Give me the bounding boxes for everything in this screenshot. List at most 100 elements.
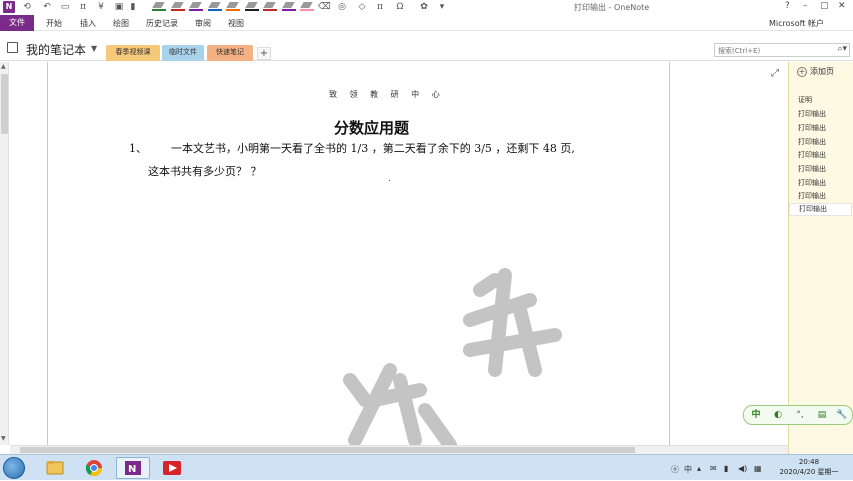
- pen-icon[interactable]: [263, 2, 277, 12]
- tab-review[interactable]: 审阅: [195, 18, 211, 29]
- section-tab-2[interactable]: 临时文件: [162, 45, 204, 61]
- pen-icon[interactable]: [170, 2, 185, 12]
- ink-to-text-icon[interactable]: ¥: [95, 1, 107, 13]
- chevron-down-icon[interactable]: ▼: [91, 44, 97, 53]
- video-app-taskbar-button[interactable]: [155, 457, 189, 479]
- cursor-dot: [389, 180, 390, 181]
- window-title: 打印输出 - OneNote: [574, 3, 650, 12]
- volume-icon[interactable]: ◀): [738, 464, 747, 473]
- svg-text:N: N: [128, 464, 136, 475]
- pen-icon[interactable]: [207, 2, 222, 12]
- page-item[interactable]: 打印输出: [798, 164, 826, 174]
- page-title: 分数应用题: [334, 119, 410, 137]
- page-item[interactable]: 证明: [798, 95, 812, 105]
- minimize-icon[interactable]: –: [803, 1, 808, 11]
- section-tab-1[interactable]: 春季视频课: [106, 45, 160, 61]
- pen-icon[interactable]: [152, 2, 166, 12]
- scroll-down-icon[interactable]: ▼: [1, 435, 6, 442]
- pen-icon[interactable]: [300, 2, 314, 12]
- onenote-icon: N: [125, 461, 141, 475]
- folder-icon: [46, 461, 64, 475]
- back-icon[interactable]: ⟲: [21, 1, 33, 13]
- ime-toolbar: 中 ◐ °, ▤ 🔧: [743, 405, 853, 425]
- pen-icon[interactable]: [226, 2, 240, 12]
- question-text-line1: 一本文艺书，小明第一天看了全书的 1/3 ，第二天看了余下的 3/5 ，还剩下 …: [171, 142, 575, 155]
- vertical-scrollbar[interactable]: ▲ ▼: [0, 62, 9, 445]
- page-margin-left: [47, 62, 48, 445]
- tab-insert[interactable]: 插入: [80, 18, 96, 29]
- page-item[interactable]: 打印输出: [798, 109, 826, 119]
- notification-icon[interactable]: ✉: [710, 464, 717, 473]
- page-item[interactable]: 打印输出: [798, 178, 826, 188]
- taskbar-clock[interactable]: 20:48 2020/4/20 星期一: [774, 457, 844, 477]
- notebook-bar: 我的笔记本 ▼ 春季视频课 临时文件 快速笔记 + 搜索(Ctrl+E) ⌕▾: [0, 31, 853, 61]
- pen-icon[interactable]: [189, 2, 203, 12]
- page-item[interactable]: 打印输出: [798, 150, 826, 160]
- page-item[interactable]: 打印输出: [798, 123, 826, 133]
- symbol-icon[interactable]: Ω: [394, 1, 406, 13]
- play-icon: [163, 461, 181, 475]
- undo-icon[interactable]: ↶: [41, 1, 53, 13]
- tab-file[interactable]: 文件: [0, 15, 34, 31]
- chrome-icon: [85, 460, 103, 477]
- search-tray-icon[interactable]: ⓞ: [671, 464, 679, 475]
- search-icon[interactable]: ⌕▾: [837, 44, 847, 54]
- vertical-scroll-thumb[interactable]: [1, 74, 8, 134]
- close-icon[interactable]: ✕: [838, 1, 846, 11]
- shapes-icon[interactable]: ◇: [356, 1, 368, 13]
- horizontal-scrollbar[interactable]: [10, 445, 788, 454]
- question-number: 1、: [129, 142, 147, 155]
- expand-icon[interactable]: ⤢: [771, 68, 779, 79]
- tab-draw[interactable]: 绘图: [113, 18, 129, 29]
- account-button[interactable]: Microsoft 帐户: [769, 18, 824, 29]
- network-icon[interactable]: ▦: [754, 464, 762, 473]
- search-input[interactable]: 搜索(Ctrl+E) ⌕▾: [714, 43, 850, 57]
- clock-date: 2020/4/20 星期一: [779, 468, 839, 476]
- taskbar: N ⓞ 中 ▴ ✉ ▮ ◀) ▦ 20:48 2020/4/20 星期一: [0, 454, 853, 480]
- battery-icon[interactable]: ▮: [724, 464, 728, 473]
- dock-icon[interactable]: ▭: [59, 1, 71, 13]
- add-section-button[interactable]: +: [257, 47, 271, 60]
- tab-history[interactable]: 历史记录: [146, 18, 178, 29]
- scroll-up-icon[interactable]: ▲: [1, 63, 6, 70]
- eraser-icon[interactable]: ⌫: [318, 1, 331, 13]
- add-page-button[interactable]: + 添加页: [797, 66, 834, 77]
- tray-chevron-icon[interactable]: ▴: [697, 464, 701, 473]
- ime-moon-icon[interactable]: ◐: [770, 408, 786, 422]
- equation-icon[interactable]: π: [77, 1, 89, 13]
- page-item[interactable]: 打印输出: [798, 137, 826, 147]
- ime-punct-icon[interactable]: °,: [792, 408, 808, 422]
- screen-clip-icon[interactable]: ▣: [113, 1, 125, 13]
- search-placeholder: 搜索(Ctrl+E): [718, 47, 761, 55]
- title-bar: N ⟲ ↶ ▭ π ¥ ▣ ▮ ⌫ ◎ ◇ π Ω ✿ ▾ 打印输出 - One…: [0, 0, 853, 15]
- maximize-icon[interactable]: ▢: [820, 1, 829, 11]
- horizontal-scroll-thumb[interactable]: [20, 447, 635, 453]
- page-margin-right: [669, 62, 670, 445]
- pen-icon[interactable]: [244, 2, 259, 12]
- onenote-logo-icon: N: [3, 1, 15, 13]
- help-icon[interactable]: ?: [785, 1, 790, 11]
- add-icon: +: [797, 67, 807, 77]
- pen-icon[interactable]: [281, 2, 296, 12]
- ime-tray-label[interactable]: 中: [684, 464, 692, 475]
- tab-home[interactable]: 开始: [46, 18, 62, 29]
- pi-icon[interactable]: π: [374, 1, 386, 13]
- page-item[interactable]: 打印输出: [798, 191, 826, 201]
- customize-icon[interactable]: ▾: [436, 1, 448, 13]
- tab-view[interactable]: 视图: [228, 18, 244, 29]
- notebook-name[interactable]: 我的笔记本: [26, 41, 86, 58]
- chrome-taskbar-button[interactable]: [77, 457, 111, 479]
- page-item-selected[interactable]: 打印输出: [789, 203, 852, 216]
- color-wheel-icon[interactable]: ✿: [418, 1, 430, 13]
- lasso-icon[interactable]: ◎: [336, 1, 348, 13]
- ribbon-tabs: 文件 开始 插入 绘图 历史记录 审阅 视图 Microsoft 帐户: [0, 15, 853, 31]
- start-button[interactable]: [3, 457, 25, 479]
- ime-chinese-toggle[interactable]: 中: [748, 408, 764, 422]
- section-tab-3[interactable]: 快速笔记: [207, 45, 253, 61]
- page-list-panel: + 添加页 证明 打印输出 打印输出 打印输出 打印输出 打印输出 打印输出 打印…: [788, 62, 853, 454]
- ime-settings-icon[interactable]: 🔧: [834, 408, 850, 422]
- brush-icon[interactable]: ▮: [127, 1, 139, 13]
- explorer-taskbar-button[interactable]: [38, 457, 72, 479]
- ime-keyboard-icon[interactable]: ▤: [814, 408, 830, 422]
- onenote-taskbar-button[interactable]: N: [116, 457, 150, 479]
